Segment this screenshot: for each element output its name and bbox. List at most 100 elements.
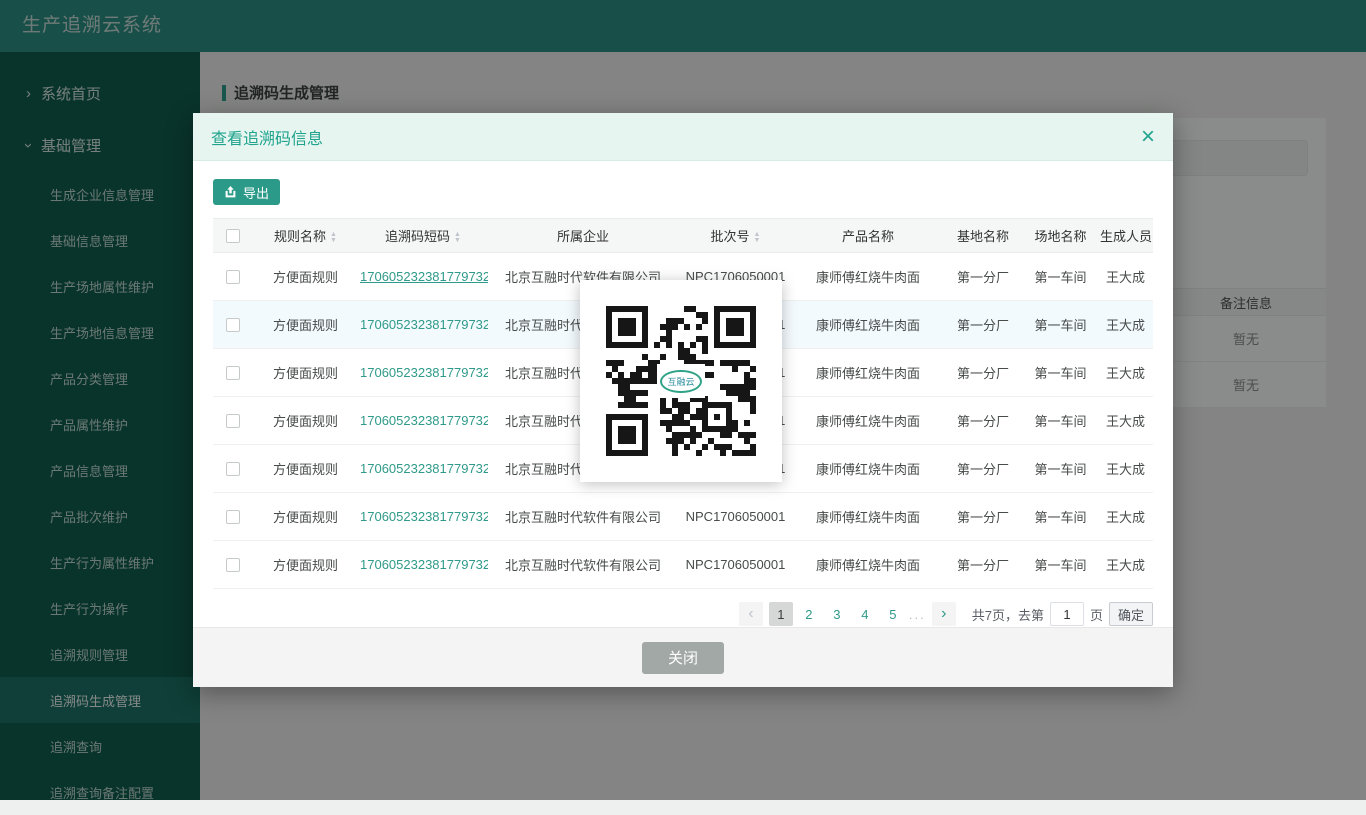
page-number[interactable]: 2 <box>797 602 821 626</box>
cell-creator: 王大成 <box>1098 301 1153 349</box>
row-checkbox[interactable] <box>226 366 240 380</box>
qr-logo: 互融云 <box>657 364 705 398</box>
close-icon[interactable]: × <box>1141 125 1155 149</box>
export-button-label: 导出 <box>243 183 269 202</box>
cell-code: 170605232381779732 <box>358 493 488 541</box>
cell-creator: 王大成 <box>1098 253 1153 301</box>
cell-batch: NPC1706050001 <box>678 493 793 541</box>
row-select-cell <box>213 541 253 589</box>
export-button[interactable]: 导出 <box>213 179 280 205</box>
sort-icon[interactable]: ▲▼ <box>754 232 761 244</box>
column-header-label: 追溯码短码 <box>385 229 450 244</box>
column-header: 生成人员 <box>1098 219 1153 253</box>
table-row: 方便面规则170605232381779732北京互融时代软件有限公司NPC17… <box>213 541 1153 589</box>
trace-code-link[interactable]: 170605232381779732 <box>360 269 488 284</box>
trace-code-link[interactable]: 170605232381779732 <box>360 509 488 524</box>
page-number[interactable]: 3 <box>825 602 849 626</box>
pagination-total-text: 共7页，去第 <box>972 605 1044 624</box>
cell-site: 第一车间 <box>1023 397 1098 445</box>
sort-caret-icon: ▼ <box>454 238 461 244</box>
export-icon <box>224 186 237 199</box>
trace-code-link[interactable]: 170605232381779732 <box>360 461 488 476</box>
cell-code: 170605232381779732 <box>358 541 488 589</box>
column-header-label: 基地名称 <box>957 229 1009 244</box>
column-header: 场地名称 <box>1023 219 1098 253</box>
page-input[interactable] <box>1050 602 1084 626</box>
column-header-label: 批次号 <box>711 229 750 244</box>
qr-code-popup: 互融云 <box>580 280 782 482</box>
cell-base: 第一分厂 <box>943 397 1023 445</box>
pagination: ‹ 12345... › 共7页，去第 页 确定 <box>213 602 1153 626</box>
sort-icon[interactable]: ▲▼ <box>454 232 461 244</box>
row-checkbox[interactable] <box>226 462 240 476</box>
row-select-cell <box>213 253 253 301</box>
cell-company: 北京互融时代软件有限公司 <box>488 493 678 541</box>
cell-rule: 方便面规则 <box>253 397 358 445</box>
cell-company: 北京互融时代软件有限公司 <box>488 541 678 589</box>
view-trace-code-modal: 查看追溯码信息 × 导出 规则名称▲▼ 追溯码短码 ▲▼ 所属企业 批次号 ▲▼ 产品名称 基… <box>193 113 1173 687</box>
column-header-label: 产品名称 <box>842 229 894 244</box>
pagination-confirm-button[interactable]: 确定 <box>1109 602 1153 626</box>
row-checkbox[interactable] <box>226 414 240 428</box>
cell-rule: 方便面规则 <box>253 445 358 493</box>
sort-icon[interactable]: ▲▼ <box>330 232 337 244</box>
cell-base: 第一分厂 <box>943 445 1023 493</box>
cell-product: 康师傅红烧牛肉面 <box>793 541 943 589</box>
cell-site: 第一车间 <box>1023 445 1098 493</box>
trace-code-link[interactable]: 170605232381779732 <box>360 365 488 380</box>
row-select-cell <box>213 397 253 445</box>
cell-code: 170605232381779732 <box>358 445 488 493</box>
pagination-page-suffix: 页 <box>1090 605 1103 624</box>
trace-code-link[interactable]: 170605232381779732 <box>360 557 488 572</box>
cell-base: 第一分厂 <box>943 349 1023 397</box>
column-header[interactable]: 批次号 ▲▼ <box>678 219 793 253</box>
qr-logo-text: 互融云 <box>660 370 701 393</box>
page-ellipsis: ... <box>909 607 926 622</box>
column-header[interactable]: 规则名称▲▼ <box>253 219 358 253</box>
page-number[interactable]: 4 <box>853 602 877 626</box>
cell-product: 康师傅红烧牛肉面 <box>793 397 943 445</box>
cell-product: 康师傅红烧牛肉面 <box>793 301 943 349</box>
cell-creator: 王大成 <box>1098 445 1153 493</box>
select-all-checkbox[interactable] <box>226 229 240 243</box>
cell-creator: 王大成 <box>1098 349 1153 397</box>
column-header: 基地名称 <box>943 219 1023 253</box>
cell-creator: 王大成 <box>1098 541 1153 589</box>
cell-code: 170605232381779732 <box>358 301 488 349</box>
cell-rule: 方便面规则 <box>253 541 358 589</box>
cell-rule: 方便面规则 <box>253 253 358 301</box>
cell-code: 170605232381779732 <box>358 397 488 445</box>
modal-close-button[interactable]: 关闭 <box>642 642 724 674</box>
pagination-next-icon[interactable]: › <box>932 602 956 626</box>
cell-rule: 方便面规则 <box>253 301 358 349</box>
row-checkbox[interactable] <box>226 558 240 572</box>
cell-product: 康师傅红烧牛肉面 <box>793 445 943 493</box>
row-checkbox[interactable] <box>226 510 240 524</box>
page-number[interactable]: 1 <box>769 602 793 626</box>
select-all-header-cell <box>213 219 253 253</box>
column-header-label: 所属企业 <box>557 229 609 244</box>
cell-product: 康师傅红烧牛肉面 <box>793 349 943 397</box>
cell-code: 170605232381779732 <box>358 349 488 397</box>
page-number[interactable]: 5 <box>881 602 905 626</box>
column-header: 所属企业 <box>488 219 678 253</box>
trace-code-link[interactable]: 170605232381779732 <box>360 413 488 428</box>
cell-rule: 方便面规则 <box>253 493 358 541</box>
pagination-prev-icon[interactable]: ‹ <box>739 602 763 626</box>
cell-creator: 王大成 <box>1098 493 1153 541</box>
sort-caret-icon: ▼ <box>330 238 337 244</box>
trace-code-link[interactable]: 170605232381779732 <box>360 317 488 332</box>
sort-caret-icon: ▼ <box>754 238 761 244</box>
codes-table-head-row: 规则名称▲▼ 追溯码短码 ▲▼ 所属企业 批次号 ▲▼ 产品名称 基地名称 场地名称生成人员 <box>213 219 1153 253</box>
cell-base: 第一分厂 <box>943 493 1023 541</box>
column-header[interactable]: 追溯码短码 ▲▼ <box>358 219 488 253</box>
pagination-pages: 12345... <box>769 602 926 626</box>
row-checkbox[interactable] <box>226 318 240 332</box>
modal-footer: 关闭 <box>193 627 1173 687</box>
column-header-label: 场地名称 <box>1034 229 1086 244</box>
column-header: 产品名称 <box>793 219 943 253</box>
modal-header: 查看追溯码信息 × <box>193 113 1173 161</box>
cell-rule: 方便面规则 <box>253 349 358 397</box>
row-checkbox[interactable] <box>226 270 240 284</box>
table-row: 方便面规则170605232381779732北京互融时代软件有限公司NPC17… <box>213 493 1153 541</box>
